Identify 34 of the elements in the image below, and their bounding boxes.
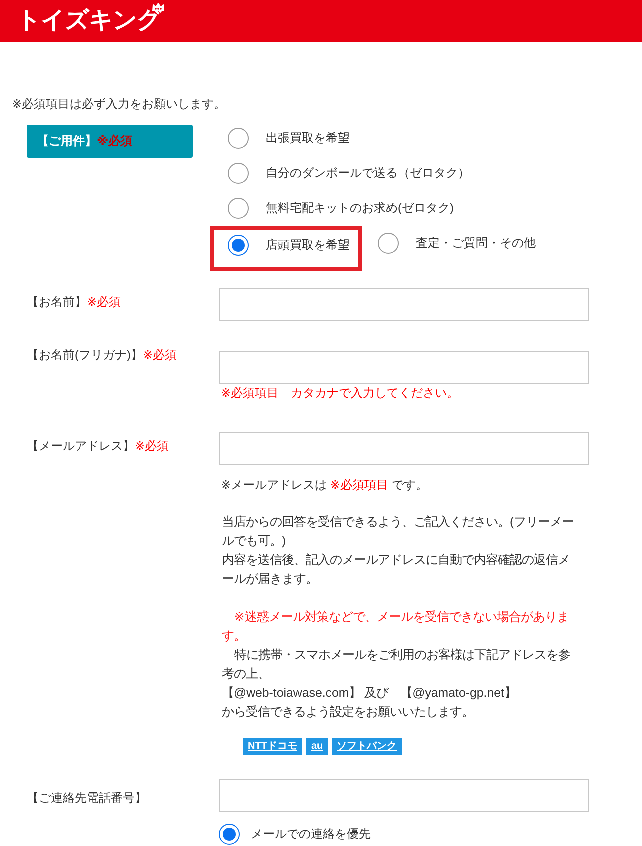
radio-label[interactable]: メールでの連絡を優先 bbox=[251, 826, 371, 843]
field-label: 【お名前】 bbox=[27, 295, 87, 309]
info-text: 特に携帯・スマホメールをご利用のお客様は下記アドレスを参考の上、 bbox=[222, 647, 572, 683]
field-label: 【ご連絡先電話番号】 bbox=[27, 791, 147, 805]
radio-button[interactable] bbox=[378, 233, 399, 254]
email-note: ※メールアドレスは ※必須項目 です。 bbox=[221, 478, 429, 493]
radio-label[interactable]: 出張買取を希望 bbox=[266, 130, 350, 147]
radio-label[interactable]: 店頭買取を希望 bbox=[266, 237, 350, 254]
required-mark: ※必須 bbox=[97, 133, 133, 150]
warning-text: ※迷惑メール対策などで、メールを受信できない場合があります。 bbox=[222, 609, 570, 645]
radio-button[interactable] bbox=[228, 198, 249, 219]
field-label: 【メールアドレス】 bbox=[27, 439, 135, 453]
input-field[interactable] bbox=[219, 432, 589, 465]
radio-label[interactable]: 自分のダンボールで送る（ゼロタク） bbox=[266, 165, 470, 182]
radio-label[interactable]: 無料宅配キットのお求め(ゼロタク) bbox=[266, 200, 454, 217]
field-label: 【お名前(フリガナ)】 bbox=[27, 348, 143, 362]
info-text: 【@web-toiawase.com】 及び 【@yamato-gp.net】 bbox=[222, 685, 518, 702]
info-text: 当店からの回答を受信できるよう、ご記入ください。(フリーメールでも可。) bbox=[222, 514, 576, 550]
radio-button[interactable] bbox=[228, 163, 249, 184]
required-mark: ※必須 bbox=[135, 439, 170, 453]
radio-button[interactable] bbox=[228, 128, 249, 149]
info-text: から受信できるよう設定をお願いいたします。 bbox=[222, 704, 475, 721]
radio-button[interactable] bbox=[219, 824, 240, 845]
required-mark: ※必須 bbox=[87, 295, 122, 309]
required-mark: ※必須 bbox=[143, 348, 178, 362]
notice-text: ※必須項目は必ず入力をお願いします。 bbox=[12, 97, 228, 112]
info-text: 内容を送信後、記入のメールアドレスに自動で内容確認の返信メールが届きます。 bbox=[222, 552, 571, 588]
hint-text: ※必須項目 カタカナで入力してください。 bbox=[221, 386, 460, 401]
input-field[interactable] bbox=[219, 351, 589, 384]
radio-button[interactable] bbox=[228, 235, 249, 256]
input-field[interactable] bbox=[219, 288, 589, 321]
radio-label[interactable]: 査定・ご質問・その他 bbox=[416, 235, 536, 252]
field-label: 【ご用件】 bbox=[37, 133, 97, 150]
input-field[interactable] bbox=[219, 779, 589, 812]
